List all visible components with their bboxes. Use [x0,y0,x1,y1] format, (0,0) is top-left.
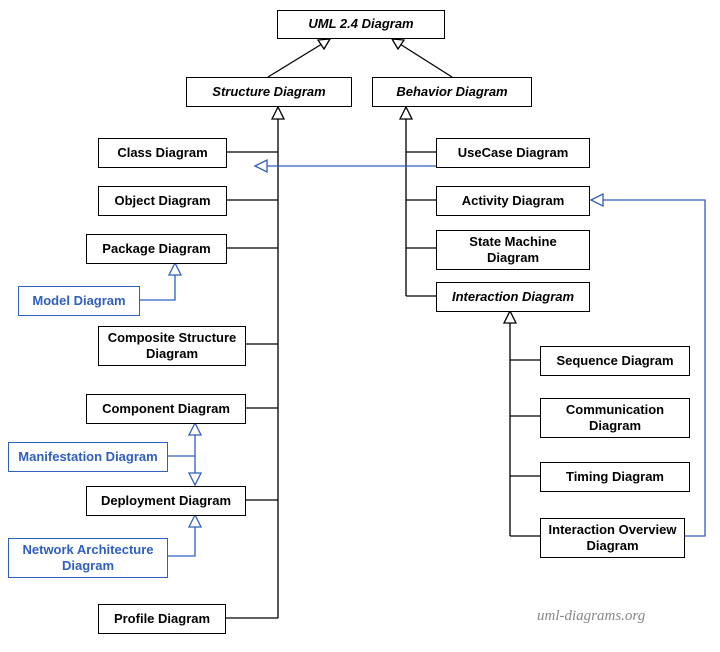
watermark: uml-diagrams.org [537,608,645,625]
node-component: Component Diagram [86,394,246,424]
node-interaction: Interaction Diagram [436,282,590,312]
node-timing: Timing Diagram [540,462,690,492]
node-communication: Communication Diagram [540,398,690,438]
node-overview: Interaction Overview Diagram [540,518,685,558]
node-class: Class Diagram [98,138,227,168]
node-usecase: UseCase Diagram [436,138,590,168]
node-sequence: Sequence Diagram [540,346,690,376]
node-uml-root: UML 2.4 Diagram [277,10,445,39]
node-behavior: Behavior Diagram [372,77,532,107]
node-model: Model Diagram [18,286,140,316]
node-object: Object Diagram [98,186,227,216]
node-activity: Activity Diagram [436,186,590,216]
node-structure: Structure Diagram [186,77,352,107]
node-statemachine: State Machine Diagram [436,230,590,270]
node-package: Package Diagram [86,234,227,264]
node-composite: Composite Structure Diagram [98,326,246,366]
node-profile: Profile Diagram [98,604,226,634]
node-deployment: Deployment Diagram [86,486,246,516]
node-network: Network Architecture Diagram [8,538,168,578]
node-manifestation: Manifestation Diagram [8,442,168,472]
